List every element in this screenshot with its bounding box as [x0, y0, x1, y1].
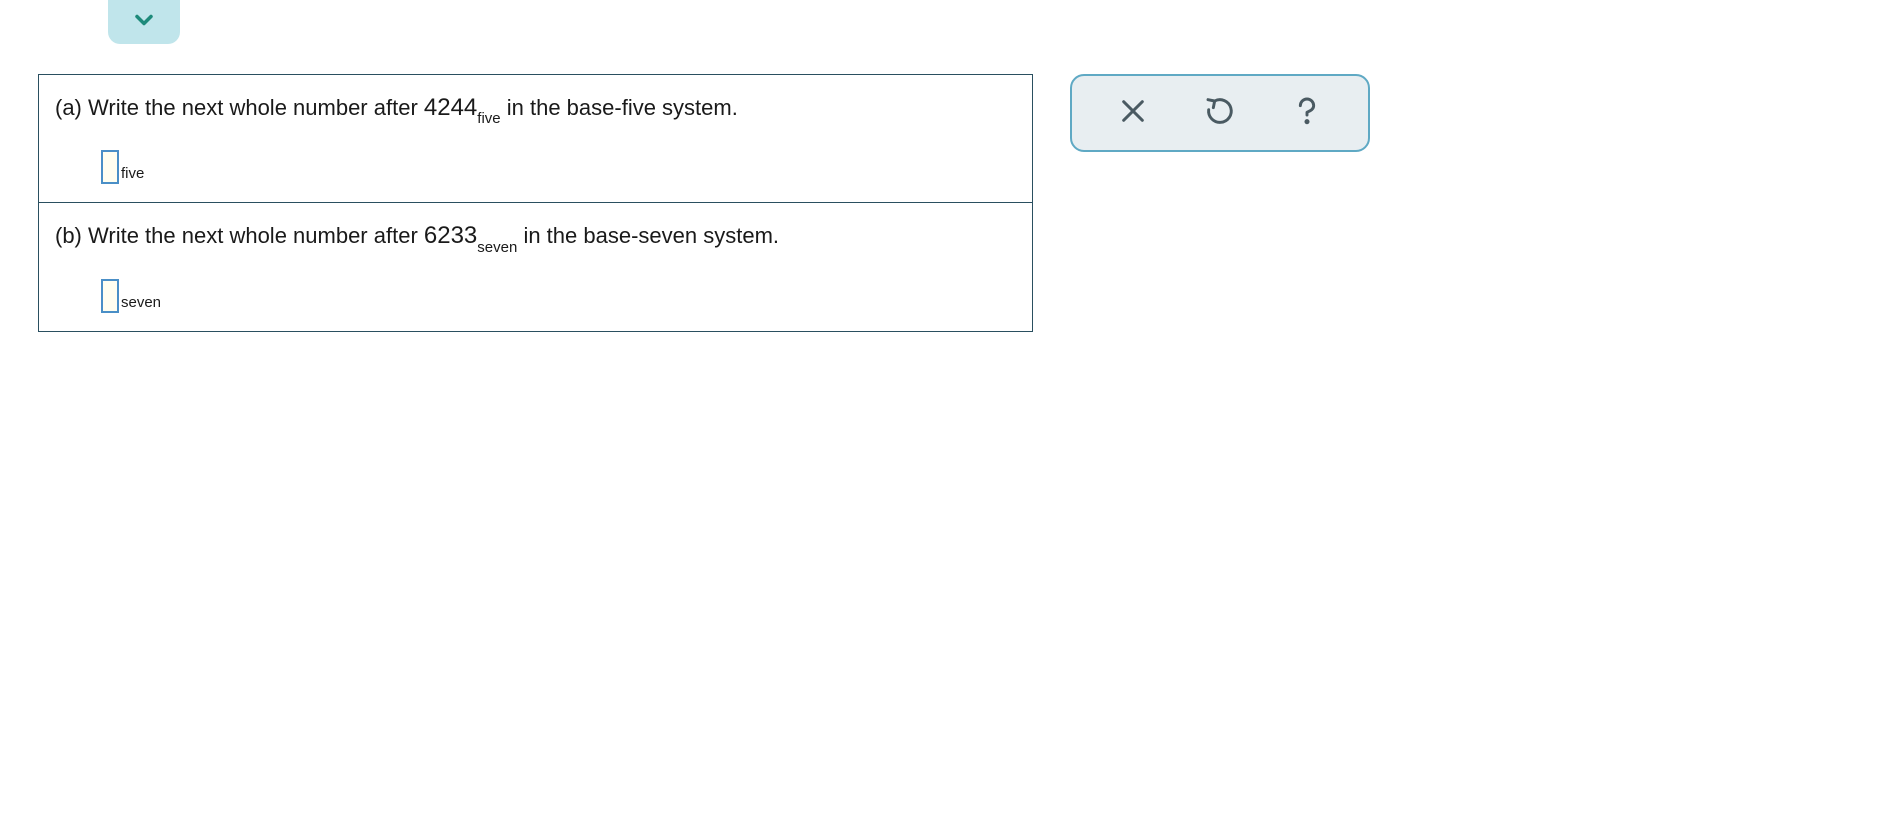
expand-button[interactable] — [108, 0, 180, 44]
part-a-text-before: Write the next whole number after — [88, 95, 424, 120]
toolbox — [1070, 74, 1370, 152]
answer-input-a[interactable] — [101, 150, 119, 184]
part-b-number-sub: seven — [477, 239, 517, 256]
answer-row-b: seven — [101, 279, 1016, 313]
answer-sub-a: five — [121, 162, 144, 186]
question-box: (a) Write the next whole number after 42… — [38, 74, 1033, 332]
part-a-label: (a) — [55, 95, 82, 120]
chevron-down-icon — [130, 6, 158, 39]
reset-button[interactable] — [1195, 88, 1245, 138]
question-icon — [1291, 95, 1323, 132]
answer-row-a: five — [101, 150, 1016, 184]
question-part-a: (a) Write the next whole number after 42… — [39, 75, 1032, 202]
help-button[interactable] — [1282, 88, 1332, 138]
undo-icon — [1204, 95, 1236, 132]
answer-sub-b: seven — [121, 291, 161, 315]
answer-input-b[interactable] — [101, 279, 119, 313]
part-b-text-before: Write the next whole number after — [88, 223, 424, 248]
part-a-number: 4244 — [424, 94, 477, 121]
question-part-b: (b) Write the next whole number after 62… — [39, 202, 1032, 330]
x-icon — [1117, 95, 1149, 132]
part-a-text-after: in the base-five system. — [507, 95, 738, 120]
part-b-text-after: in the base-seven system. — [523, 223, 779, 248]
part-b-number: 6233 — [424, 222, 477, 249]
clear-button[interactable] — [1108, 88, 1158, 138]
part-b-label: (b) — [55, 223, 82, 248]
part-a-number-sub: five — [477, 110, 500, 127]
